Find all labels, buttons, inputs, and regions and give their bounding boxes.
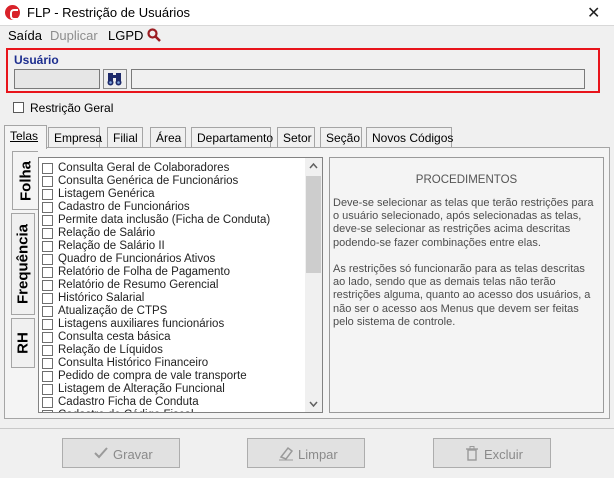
tab-area[interactable]: Área [150,127,186,147]
screen-checkbox[interactable] [42,410,53,412]
tab-secao[interactable]: Seção [320,127,362,147]
restricao-geral-checkbox[interactable] [13,102,24,113]
screen-label: Consulta Geral de Colaboradores [58,162,230,174]
tab-telas-label: Telas [10,129,39,143]
gravar-button[interactable]: Gravar [62,438,180,468]
screen-checklist[interactable]: Consulta Geral de Colaboradores Consulta … [38,157,323,413]
window-title: FLP - Restrição de Usuários [27,5,191,20]
screen-label: Listagem Genérica [58,188,155,200]
screen-checkbox[interactable] [42,215,53,226]
screen-checkbox[interactable] [42,306,53,317]
usuario-name-field[interactable] [131,69,585,89]
screen-label: Listagem de Alteração Funcional [58,383,225,395]
screen-checkbox[interactable] [42,358,53,369]
tab-secao-label: Seção [326,131,361,145]
scroll-up-icon[interactable] [305,158,322,174]
usuario-legend: Usuário [14,53,59,67]
screen-label: Relação de Líquidos [58,344,163,356]
screen-checkbox[interactable] [42,189,53,200]
screen-label: Consulta cesta básica [58,331,171,343]
usuario-lookup-button[interactable] [103,69,127,89]
tab-empresa-label: Empresa [54,131,103,145]
tab-filial[interactable]: Filial [107,127,143,147]
tab-empresa[interactable]: Empresa [48,127,103,147]
screen-checkbox[interactable] [42,202,53,213]
screen-checkbox[interactable] [42,371,53,382]
screen-label: Cadastro de Funcionários [58,201,190,213]
tab-novos-codigos[interactable]: Novos Códigos [366,127,454,147]
search-icon[interactable] [147,28,161,42]
screen-label: Atualização de CTPS [58,305,168,317]
screen-label: Relação de Salário II [58,240,165,252]
screen-label: Listagens auxiliares funcionários [58,318,225,330]
gravar-label: Gravar [113,447,153,462]
side-tab-rh[interactable]: RH [11,318,35,368]
scroll-down-icon[interactable] [305,396,322,412]
screen-checkbox[interactable] [42,397,53,408]
screen-label: Histórico Salarial [58,292,145,304]
screen-label: Relatório de Folha de Pagamento [58,266,230,278]
trash-icon [466,446,478,461]
screen-checkbox[interactable] [42,293,53,304]
screen-checkbox[interactable] [42,228,53,239]
screen-label: Permite data inclusão (Ficha de Conduta) [58,214,271,226]
screen-checkbox[interactable] [42,280,53,291]
tab-departamento[interactable]: Departamento [191,127,274,147]
side-tab-folha-label: Folha [17,160,34,201]
side-tab-frequencia[interactable]: Frequência [11,213,35,315]
screen-label: Cadastro Ficha de Conduta [58,396,199,408]
screen-label: Pedido de compra de vale transporte [58,370,247,382]
screen-label: Relação de Salário [58,227,156,239]
app-icon [5,5,20,20]
screen-label: Relatório de Resumo Gerencial [58,279,219,291]
screen-checkbox[interactable] [42,254,53,265]
restricao-geral-label: Restrição Geral [30,101,114,115]
binoculars-icon [107,73,122,86]
menu-saida[interactable]: Saída [8,28,42,43]
tab-area-label: Área [156,131,182,145]
tab-novos-codigos-label: Novos Códigos [372,131,454,145]
screen-label: Cadastro de Código Fiscal [58,409,194,412]
side-tab-frequencia-label: Frequência [14,223,32,305]
screen-label: Consulta Histórico Financeiro [58,357,209,369]
tab-setor-label: Setor [283,131,312,145]
screen-checkbox[interactable] [42,384,53,395]
procedures-paragraph-1: Deve-se selecionar as telas que terão re… [333,197,594,249]
scroll-thumb[interactable] [306,176,321,273]
divider [0,428,614,429]
tab-filial-label: Filial [113,131,138,145]
excluir-label: Excluir [484,447,524,462]
screen-checkbox[interactable] [42,345,53,356]
usuario-code-field[interactable] [14,69,100,89]
close-icon[interactable]: ✕ [587,3,600,23]
procedures-paragraph-2: As restrições só funcionarão para as tel… [333,263,591,328]
tab-telas[interactable]: Telas [4,125,47,149]
eraser-icon [279,446,294,461]
tab-departamento-label: Departamento [197,131,274,145]
limpar-label: Limpar [298,447,338,462]
screen-checkbox[interactable] [42,319,53,330]
side-tab-folha[interactable]: Folha [12,151,38,210]
screen-checkbox[interactable] [42,241,53,252]
menu-lgpd[interactable]: LGPD [108,28,143,43]
screen-checkbox[interactable] [42,267,53,278]
screen-label: Consulta Genérica de Funcionários [58,175,239,187]
tab-setor[interactable]: Setor [277,127,315,147]
excluir-button[interactable]: Excluir [433,438,551,468]
menu-duplicar[interactable]: Duplicar [50,28,98,43]
screen-label: Quadro de Funcionários Ativos [58,253,216,265]
limpar-button[interactable]: Limpar [247,438,365,468]
screen-checkbox[interactable] [42,176,53,187]
check-icon [94,447,108,459]
screen-checkbox[interactable] [42,332,53,343]
procedures-title: PROCEDIMENTOS [415,174,518,186]
side-tab-rh-label: RH [14,332,32,354]
screen-checkbox[interactable] [42,163,53,174]
